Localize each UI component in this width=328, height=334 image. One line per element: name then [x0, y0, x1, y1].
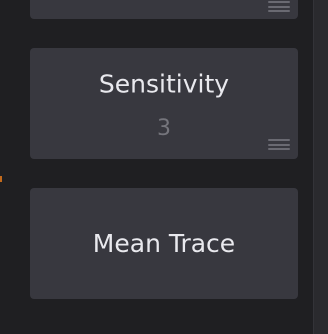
- sensitivity-label: Sensitivity: [98, 69, 230, 99]
- control-panel: Sensitivity 3 Mean Trace: [0, 0, 328, 334]
- sensitivity-value: 3: [157, 116, 171, 141]
- mean-trace-label: Mean Trace: [92, 229, 236, 258]
- drag-handle-icon[interactable]: [268, 1, 290, 12]
- sensitivity-tile[interactable]: Sensitivity 3: [30, 48, 298, 159]
- scroll-strip[interactable]: [313, 0, 328, 334]
- tile-top-partial[interactable]: [30, 0, 298, 19]
- accent-marker: [0, 176, 2, 182]
- drag-handle-icon[interactable]: [268, 139, 290, 150]
- mean-trace-button[interactable]: Mean Trace: [30, 188, 298, 299]
